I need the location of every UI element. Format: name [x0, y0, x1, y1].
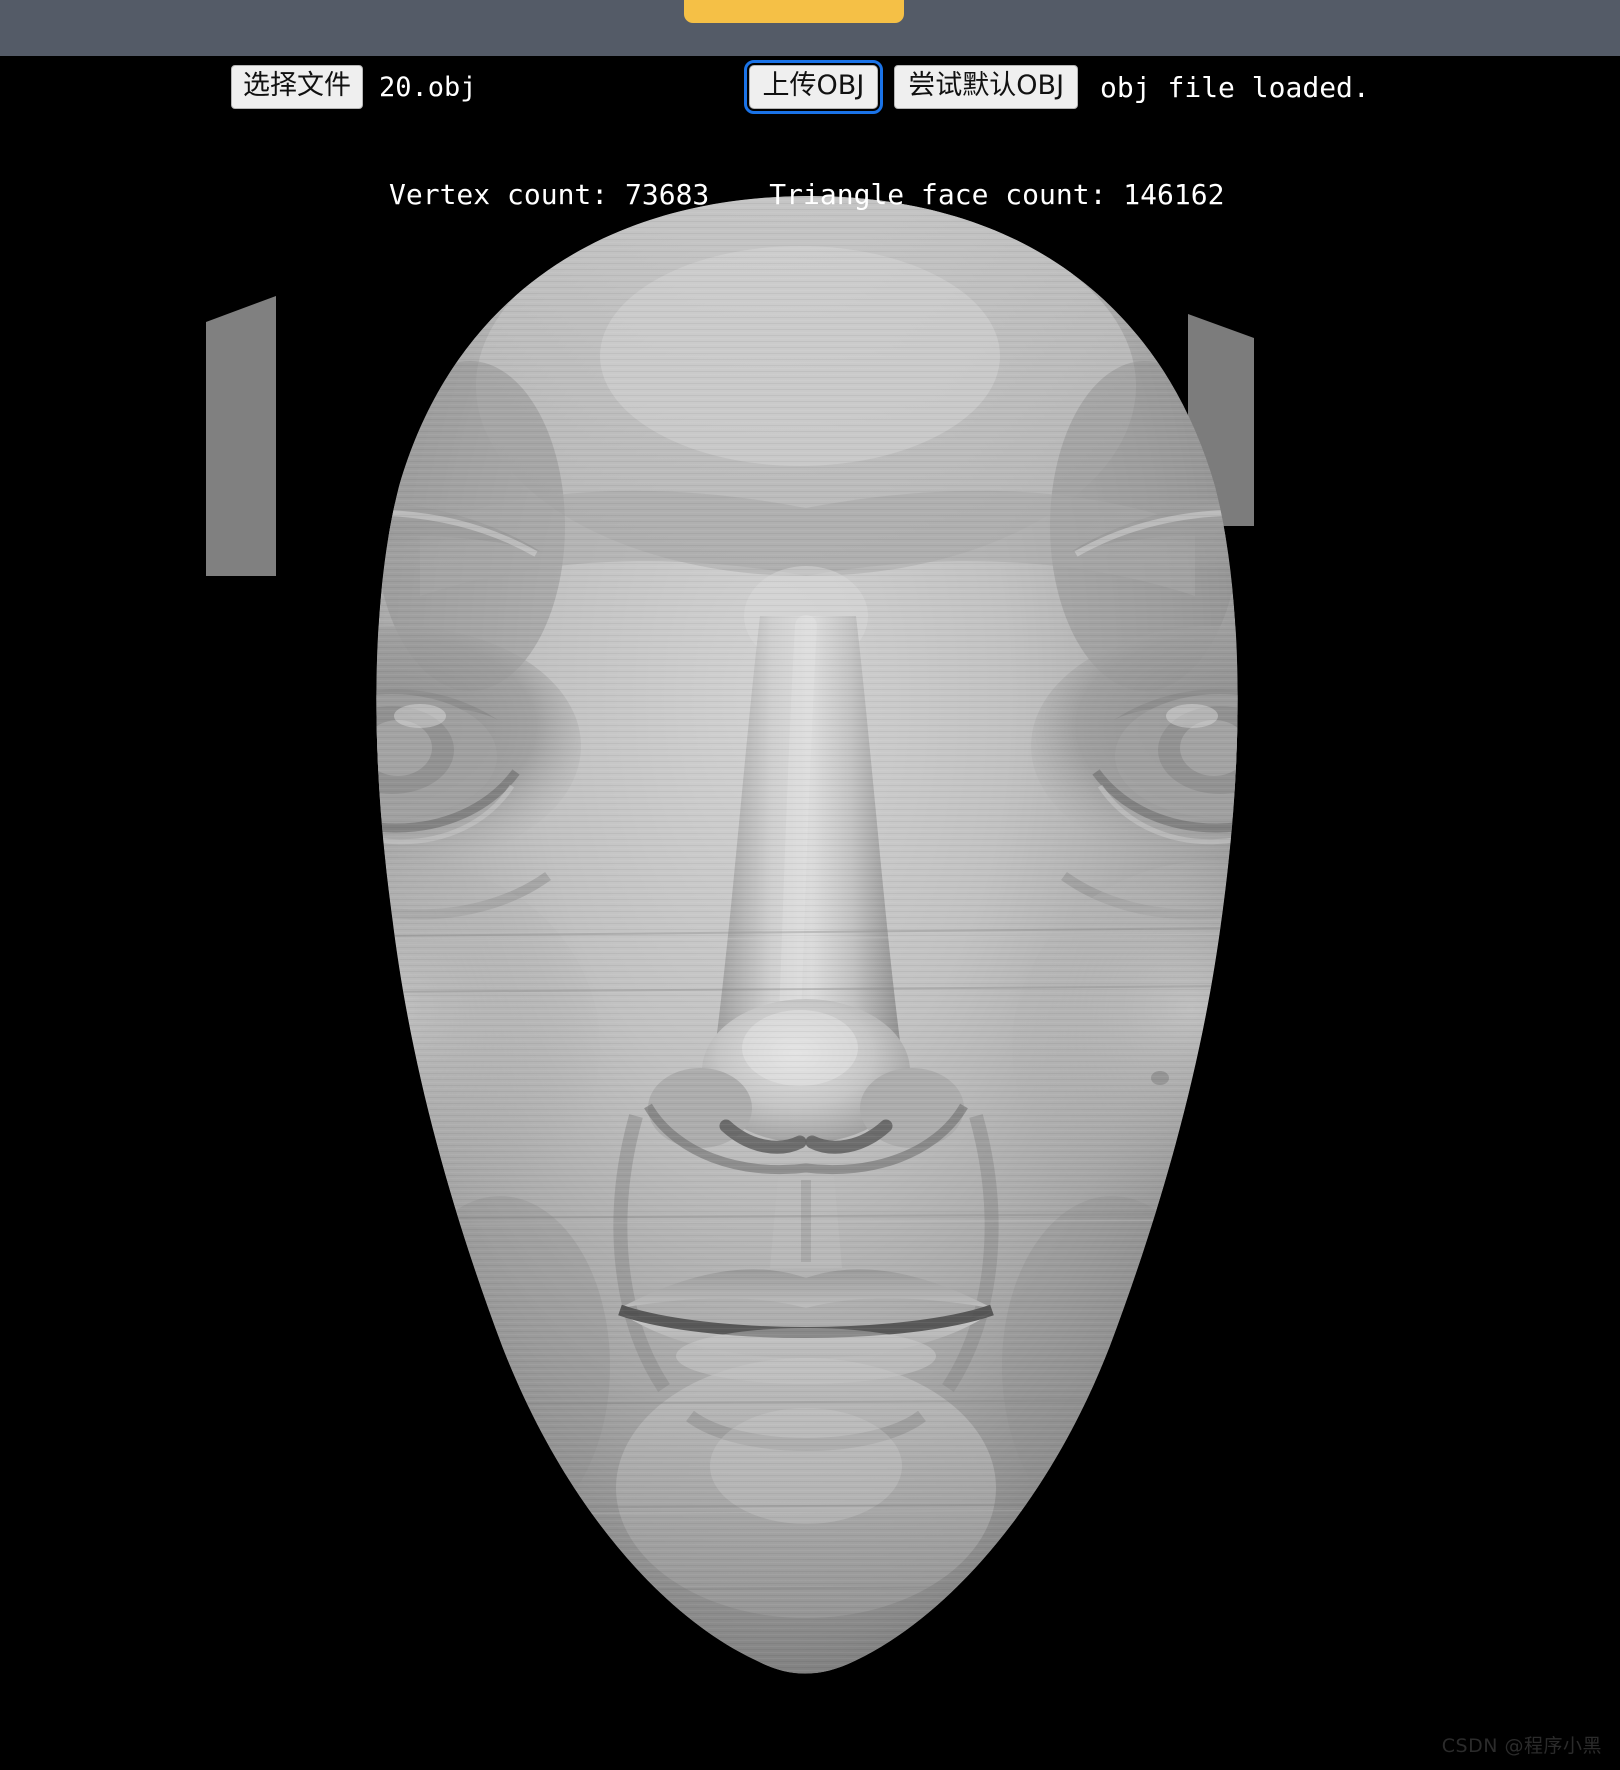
face-mesh-render — [0, 56, 1620, 1770]
try-default-obj-button[interactable]: 尝试默认OBJ — [894, 65, 1079, 109]
page-viewport: 选择文件 20.obj 上传OBJ 尝试默认OBJ obj file loade… — [0, 56, 1620, 1770]
selected-file-name: 20.obj — [379, 71, 477, 103]
upload-obj-button[interactable]: 上传OBJ — [743, 60, 884, 114]
obj-viewer-canvas[interactable] — [0, 56, 1620, 1770]
stats-gap — [709, 178, 769, 211]
vertex-count-label: Vertex count: 73683 — [389, 178, 710, 211]
load-status-message: obj file loaded. — [1100, 70, 1370, 104]
obj-controls-toolbar: 选择文件 20.obj 上传OBJ 尝试默认OBJ obj file loade… — [0, 60, 1620, 114]
browser-chrome-bar — [0, 0, 1620, 56]
browser-tab[interactable] — [684, 0, 904, 23]
file-input-control[interactable]: 选择文件 20.obj — [231, 65, 477, 109]
choose-file-button[interactable]: 选择文件 — [231, 65, 363, 109]
mesh-stats: Vertex count: 73683 Triangle face count:… — [389, 178, 1224, 211]
csdn-watermark: CSDN @程序小黑 — [1441, 1735, 1602, 1757]
triangle-face-count-label: Triangle face count: 146162 — [769, 178, 1225, 211]
